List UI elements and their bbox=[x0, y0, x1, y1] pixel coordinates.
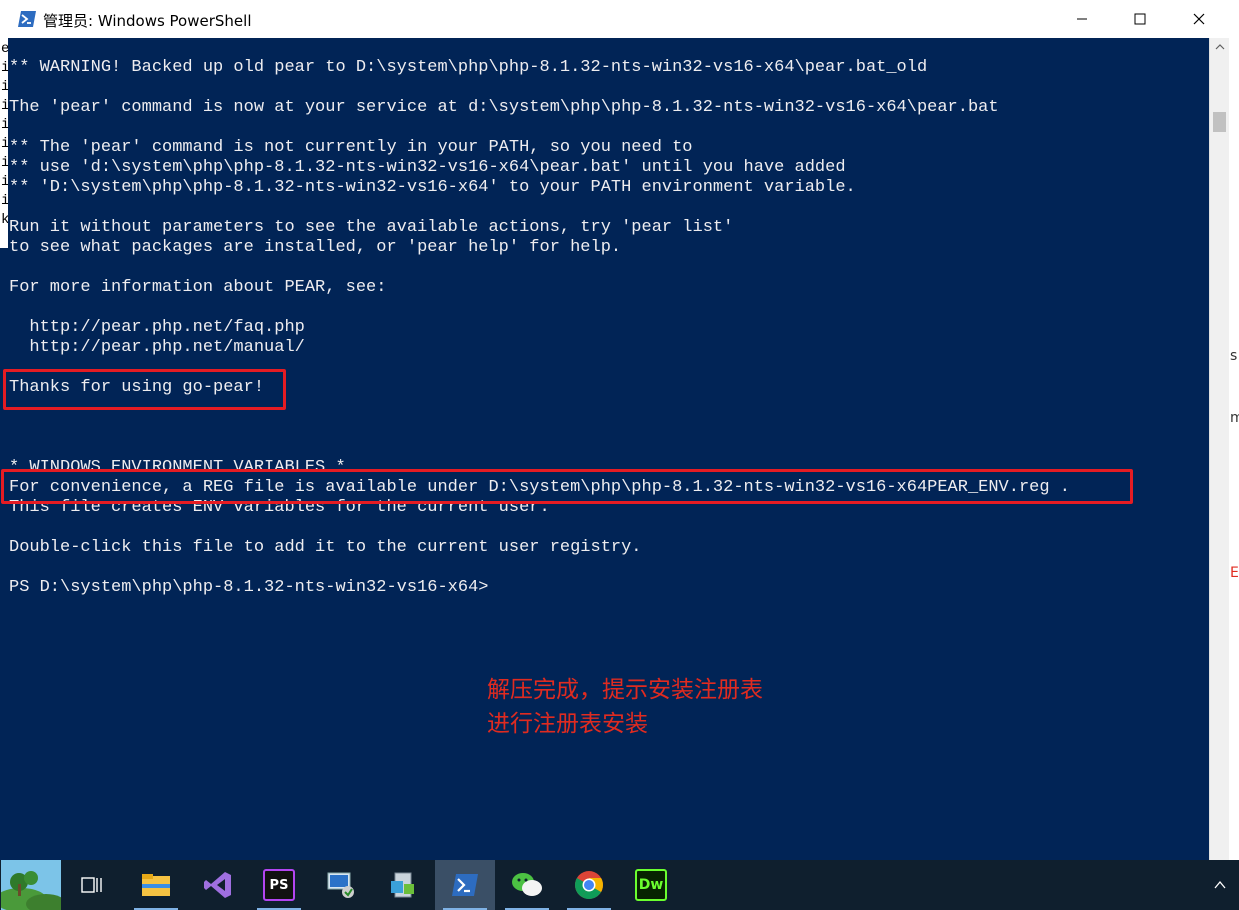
background-text-fragment: i bbox=[1, 79, 8, 95]
console-line: ** The 'pear' command is not currently i… bbox=[9, 138, 693, 157]
console-line: ** WARNING! Backed up old pear to D:\sys… bbox=[9, 58, 928, 77]
scroll-up-button[interactable] bbox=[1210, 38, 1229, 56]
console-line: Run it without parameters to see the ava… bbox=[9, 218, 734, 237]
tray-overflow-button[interactable] bbox=[1200, 860, 1239, 910]
close-icon bbox=[1193, 13, 1205, 25]
highlight-box-reg-file bbox=[1, 469, 1133, 504]
annotation-line-1: 解压完成，提示安装注册表 bbox=[487, 677, 763, 703]
powershell-logo-icon bbox=[18, 11, 36, 27]
background-fragment: m bbox=[1230, 410, 1239, 426]
highlight-box-thanks bbox=[3, 369, 286, 410]
console-line: ** 'D:\system\php\php-8.1.32-nts-win32-v… bbox=[9, 178, 856, 197]
console-line: The 'pear' command is now at your servic… bbox=[9, 98, 999, 117]
phpstorm-icon: PS bbox=[263, 869, 295, 901]
console-line: ** use 'd:\system\php\php-8.1.32-nts-win… bbox=[9, 158, 846, 177]
taskbar-wechat[interactable] bbox=[497, 860, 557, 910]
console-line: to see what packages are installed, or '… bbox=[9, 238, 622, 257]
chrome-icon bbox=[575, 871, 603, 899]
taskbar-dreamweaver[interactable]: Dw bbox=[621, 860, 681, 910]
console-line: For more information about PEAR, see: bbox=[9, 278, 387, 297]
maximize-icon bbox=[1134, 13, 1146, 25]
minimize-button[interactable] bbox=[1053, 0, 1111, 38]
powershell-icon bbox=[452, 874, 478, 896]
background-text-fragment: i bbox=[1, 193, 8, 209]
minimize-icon bbox=[1077, 18, 1087, 20]
taskbar-remote-desktop[interactable] bbox=[311, 860, 371, 910]
chevron-up-icon bbox=[1214, 881, 1225, 889]
left-background-window-strip: keiiiiiiiik bbox=[0, 38, 8, 248]
desktop-thumbnail[interactable] bbox=[0, 860, 62, 910]
background-text-fragment: i bbox=[1, 136, 8, 152]
background-text-fragment: e bbox=[1, 41, 8, 57]
background-fragment: E bbox=[1230, 565, 1239, 581]
dreamweaver-icon: Dw bbox=[635, 869, 667, 901]
title-bar[interactable]: 管理员: Windows PowerShell bbox=[0, 0, 1229, 38]
scroll-thumb[interactable] bbox=[1213, 112, 1226, 132]
background-fragment: s bbox=[1230, 348, 1238, 364]
taskbar-file-explorer[interactable] bbox=[126, 860, 186, 910]
taskbar-app-installer[interactable] bbox=[373, 860, 433, 910]
taskbar-chrome[interactable] bbox=[559, 860, 619, 910]
background-text-fragment: i bbox=[1, 155, 8, 171]
window-title: 管理员: Windows PowerShell bbox=[43, 12, 252, 30]
task-view-icon bbox=[81, 877, 102, 893]
wechat-icon bbox=[512, 873, 542, 896]
console-line: http://pear.php.net/manual/ bbox=[9, 338, 305, 357]
maximize-button[interactable] bbox=[1111, 0, 1169, 38]
console-line: Double-click this file to add it to the … bbox=[9, 538, 642, 557]
background-text-fragment: k bbox=[1, 212, 8, 228]
taskbar: PS Dw bbox=[0, 860, 1239, 910]
close-button[interactable] bbox=[1170, 0, 1228, 38]
background-text-fragment: i bbox=[1, 174, 8, 190]
landscape-icon bbox=[1, 860, 61, 910]
background-text-fragment: i bbox=[1, 117, 8, 133]
visual-studio-icon bbox=[204, 872, 231, 898]
taskbar-powershell[interactable] bbox=[435, 860, 495, 910]
background-window-edge: s m E bbox=[1230, 0, 1239, 860]
taskbar-phpstorm[interactable]: PS bbox=[249, 860, 309, 910]
taskbar-visual-studio[interactable] bbox=[188, 860, 248, 910]
remote-desktop-icon bbox=[327, 872, 354, 898]
folder-icon bbox=[142, 874, 170, 896]
installer-box-icon bbox=[391, 872, 414, 898]
console-line: PS D:\system\php\php-8.1.32-nts-win32-vs… bbox=[9, 578, 489, 597]
background-text-fragment: i bbox=[1, 60, 8, 76]
task-view-button[interactable] bbox=[62, 860, 122, 910]
annotation-line-2: 进行注册表安装 bbox=[487, 711, 648, 737]
console-line: http://pear.php.net/faq.php bbox=[9, 318, 305, 337]
vertical-scrollbar[interactable] bbox=[1209, 38, 1229, 860]
background-text-fragment: i bbox=[1, 98, 8, 114]
chevron-up-icon bbox=[1215, 44, 1224, 50]
